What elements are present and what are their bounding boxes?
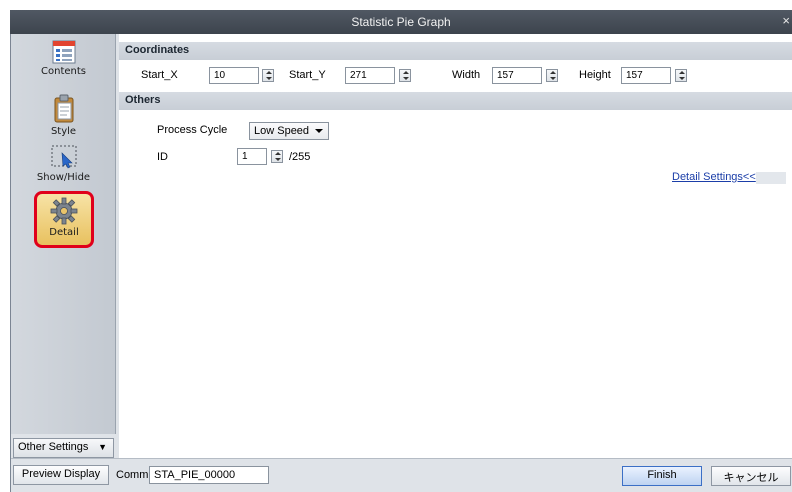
start-x-spinner[interactable]	[262, 69, 274, 82]
other-settings-label: Other Settings	[18, 441, 89, 453]
process-cycle-select[interactable]: Low Speed	[249, 122, 329, 140]
id-max-label: /255	[289, 151, 311, 163]
footer-bar: Preview Display Comm STA_PIE_00000 Finis…	[11, 458, 792, 492]
sidebar: Contents Style Show/Hide Detail	[11, 34, 116, 434]
height-spinner[interactable]	[675, 69, 687, 82]
start-y-spinner[interactable]	[399, 69, 411, 82]
link-divider	[756, 172, 786, 184]
sidebar-item-label: Style	[50, 126, 77, 137]
start-x-label: Start_X	[141, 69, 178, 81]
start-y-label: Start_Y	[289, 69, 326, 81]
process-cycle-label: Process Cycle	[157, 124, 228, 136]
width-field[interactable]: 157	[492, 67, 542, 84]
comm-field[interactable]: STA_PIE_00000	[149, 466, 269, 484]
detail-settings-link-text: Detail Settings<<	[672, 171, 756, 183]
sidebar-item-show-hide[interactable]: Show/Hide	[11, 144, 116, 183]
height-label: Height	[579, 69, 611, 81]
clipboard-icon	[54, 94, 73, 123]
finish-button[interactable]: Finish	[622, 466, 702, 486]
sidebar-item-label: Contents	[41, 66, 86, 77]
gear-icon	[50, 197, 78, 225]
chevron-down-icon	[315, 129, 323, 133]
sidebar-item-contents[interactable]: Contents	[11, 40, 116, 77]
id-spinner[interactable]	[271, 150, 283, 163]
process-cycle-value: Low Speed	[254, 125, 310, 137]
width-spinner[interactable]	[546, 69, 558, 82]
id-field[interactable]: 1	[237, 148, 267, 165]
title-bar: Statistic Pie Graph ×	[10, 10, 792, 34]
chevron-down-icon: ▼	[98, 442, 107, 452]
dialog-window: Contents Style Show/Hide Detail Other Se…	[10, 34, 792, 492]
comm-label: Comm	[116, 469, 149, 481]
width-label: Width	[452, 69, 481, 81]
section-coordinates-heading: Coordinates	[119, 42, 792, 60]
preview-display-button[interactable]: Preview Display	[13, 465, 109, 485]
id-label: ID	[157, 151, 168, 163]
window-title: Statistic Pie Graph	[351, 15, 451, 29]
sidebar-item-label: Show/Hide	[36, 172, 91, 183]
sidebar-item-detail[interactable]: Detail	[34, 191, 94, 248]
detail-settings-link[interactable]: Detail Settings<<	[672, 171, 786, 184]
contents-icon	[52, 40, 75, 64]
main-panel: Coordinates Start_X 10 Start_Y 271 Width…	[119, 34, 792, 458]
sidebar-item-label: Detail	[49, 227, 79, 238]
show-hide-icon	[51, 145, 76, 169]
other-settings-dropdown[interactable]: Other Settings ▼	[13, 438, 114, 458]
start-y-field[interactable]: 271	[345, 67, 395, 84]
cancel-button[interactable]: キャンセル	[711, 466, 791, 486]
close-icon[interactable]: ×	[782, 13, 790, 28]
start-x-field[interactable]: 10	[209, 67, 259, 84]
height-field[interactable]: 157	[621, 67, 671, 84]
sidebar-item-style[interactable]: Style	[11, 94, 116, 137]
section-others-heading: Others	[119, 92, 792, 110]
